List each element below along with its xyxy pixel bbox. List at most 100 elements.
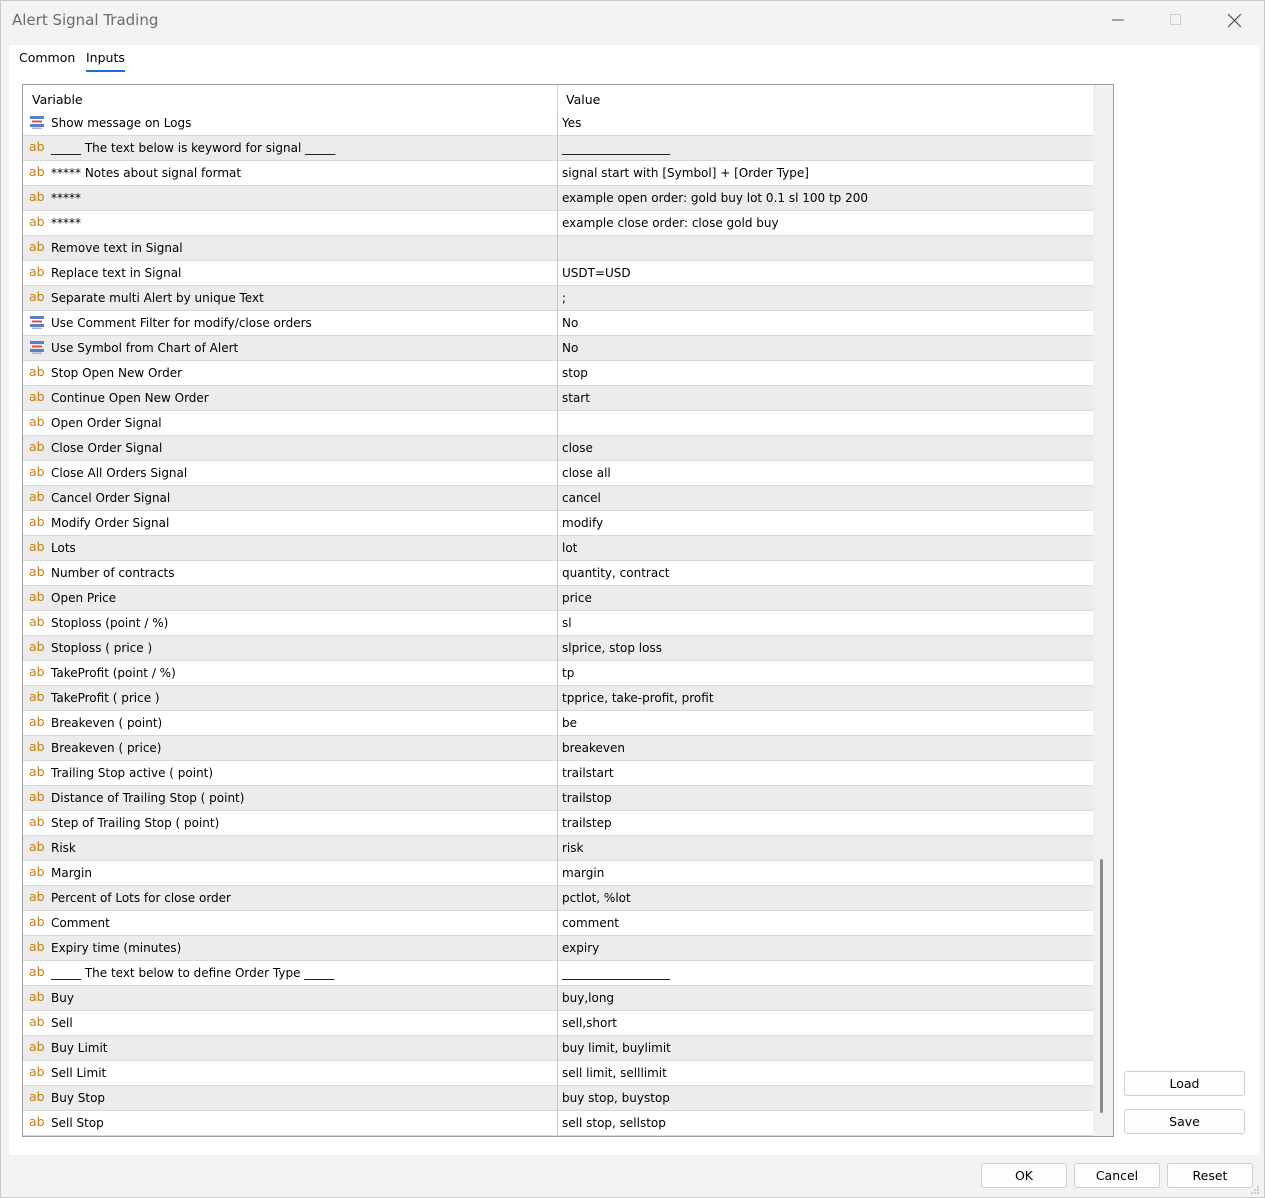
table-row[interactable]: ab Cancel Order Signal cancel <box>23 486 1093 511</box>
variable-value[interactable]: quantity, contract <box>562 566 670 580</box>
variable-value[interactable]: modify <box>562 516 603 530</box>
table-row[interactable]: ab Stop Open New Order stop <box>23 361 1093 386</box>
table-row[interactable]: ab Number of contracts quantity, contract <box>23 561 1093 586</box>
variable-value[interactable]: risk <box>562 841 583 855</box>
variable-value[interactable]: ; <box>562 291 566 305</box>
table-row[interactable]: ab Trailing Stop active ( point) trailstar… <box>23 761 1093 786</box>
table-row[interactable]: ab TakeProfit (point / %) tp <box>23 661 1093 686</box>
variable-value[interactable]: sl <box>562 616 572 630</box>
ab-text-icon: ab <box>29 914 45 929</box>
variable-value[interactable]: tp <box>562 666 574 680</box>
table-row[interactable]: ab Sell Stop sell stop, sellstop <box>23 1111 1093 1136</box>
variable-value[interactable]: trailstep <box>562 816 612 830</box>
cell-divider <box>557 911 558 936</box>
variable-value[interactable]: sell stop, sellstop <box>562 1116 666 1130</box>
ok-button[interactable]: OK <box>981 1163 1067 1188</box>
column-divider[interactable] <box>557 85 558 111</box>
variable-value[interactable]: sell,short <box>562 1016 617 1030</box>
table-row[interactable]: ab Replace text in Signal USDT=USD <box>23 261 1093 286</box>
resize-grip-icon[interactable] <box>1250 1185 1260 1195</box>
table-row[interactable]: ab Distance of Trailing Stop ( point) trai… <box>23 786 1093 811</box>
variable-value[interactable]: sell limit, selllimit <box>562 1066 667 1080</box>
variable-value[interactable]: buy stop, buystop <box>562 1091 670 1105</box>
variable-value[interactable]: tpprice, take-profit, profit <box>562 691 714 705</box>
table-row[interactable]: Use Symbol from Chart of Alert No <box>23 336 1093 361</box>
variable-value[interactable]: margin <box>562 866 604 880</box>
table-row[interactable]: ab Close Order Signal close <box>23 436 1093 461</box>
tab-common[interactable]: Common <box>19 50 75 65</box>
table-row[interactable]: ab ***** Notes about signal format signal … <box>23 161 1093 186</box>
column-header-value[interactable]: Value <box>566 92 600 107</box>
table-row[interactable]: ab Expiry time (minutes) expiry <box>23 936 1093 961</box>
variable-value[interactable]: buy,long <box>562 991 614 1005</box>
variable-value[interactable]: slprice, stop loss <box>562 641 662 655</box>
table-row[interactable]: ab Sell Limit sell limit, selllimit <box>23 1061 1093 1086</box>
reset-button[interactable]: Reset <box>1167 1163 1253 1188</box>
table-row[interactable]: Show message on Logs Yes <box>23 111 1093 136</box>
table-row[interactable]: ab Buy Stop buy stop, buystop <box>23 1086 1093 1111</box>
table-row[interactable]: Use Comment Filter for modify/close orde… <box>23 311 1093 336</box>
table-row[interactable]: ab Comment comment <box>23 911 1093 936</box>
variable-value[interactable]: close <box>562 441 593 455</box>
variable-value[interactable]: lot <box>562 541 577 555</box>
table-row[interactable]: ab Modify Order Signal modify <box>23 511 1093 536</box>
table-row[interactable]: ab Close All Orders Signal close all <box>23 461 1093 486</box>
table-row[interactable]: ab Continue Open New Order start <box>23 386 1093 411</box>
table-row[interactable]: ab Percent of Lots for close order pctlot,… <box>23 886 1093 911</box>
variable-value[interactable]: example close order: close gold buy <box>562 216 779 230</box>
variable-value[interactable]: No <box>562 316 578 330</box>
variable-value[interactable]: __________________ <box>562 141 670 155</box>
table-row[interactable]: ab Stoploss (point / %) sl <box>23 611 1093 636</box>
variable-value[interactable]: expiry <box>562 941 599 955</box>
variable-value[interactable]: buy limit, buylimit <box>562 1041 671 1055</box>
table-row[interactable]: ab Breakeven ( point) be <box>23 711 1093 736</box>
table-row[interactable]: ab Buy Limit buy limit, buylimit <box>23 1036 1093 1061</box>
variable-value[interactable]: start <box>562 391 590 405</box>
tab-inputs[interactable]: Inputs <box>86 50 125 72</box>
table-row[interactable]: ab ***** example close order: close gold b… <box>23 211 1093 236</box>
table-row[interactable]: ab Lots lot <box>23 536 1093 561</box>
table-row[interactable]: ab Breakeven ( price) breakeven <box>23 736 1093 761</box>
scrollbar-thumb[interactable] <box>1100 859 1103 1113</box>
variable-value[interactable]: comment <box>562 916 619 930</box>
variable-value[interactable]: close all <box>562 466 611 480</box>
table-row[interactable]: ab Risk risk <box>23 836 1093 861</box>
variable-value[interactable]: Yes <box>562 116 581 130</box>
variable-value[interactable]: trailstart <box>562 766 614 780</box>
variable-value[interactable]: signal start with [Symbol] + [Order Type… <box>562 166 809 180</box>
table-row[interactable]: ab Open Order Signal <box>23 411 1093 436</box>
variable-value[interactable]: cancel <box>562 491 601 505</box>
cell-divider <box>557 586 558 611</box>
load-button[interactable]: Load <box>1124 1071 1245 1096</box>
table-row[interactable]: ab TakeProfit ( price ) tpprice, take-prof… <box>23 686 1093 711</box>
cancel-button[interactable]: Cancel <box>1074 1163 1160 1188</box>
table-row[interactable]: ab Buy buy,long <box>23 986 1093 1011</box>
variable-value[interactable]: stop <box>562 366 588 380</box>
table-row[interactable]: ab Sell sell,short <box>23 1011 1093 1036</box>
maximize-icon <box>1170 14 1181 25</box>
table-row[interactable]: ab Step of Trailing Stop ( point) trailste… <box>23 811 1093 836</box>
variable-value[interactable]: USDT=USD <box>562 266 631 280</box>
table-row[interactable]: ab Remove text in Signal <box>23 236 1093 261</box>
save-button[interactable]: Save <box>1124 1109 1245 1134</box>
minimize-button[interactable] <box>1095 5 1141 35</box>
table-row[interactable]: ab Open Price price <box>23 586 1093 611</box>
variable-value[interactable]: breakeven <box>562 741 625 755</box>
table-row[interactable]: ab _____ The text below is keyword for si… <box>23 136 1093 161</box>
close-button[interactable] <box>1211 5 1257 35</box>
variable-value[interactable]: pctlot, %lot <box>562 891 631 905</box>
table-row[interactable]: ab Margin margin <box>23 861 1093 886</box>
variable-value[interactable]: __________________ <box>562 966 670 980</box>
variable-name: Continue Open New Order <box>51 391 209 405</box>
variable-value[interactable]: No <box>562 341 578 355</box>
variable-value[interactable]: trailstop <box>562 791 612 805</box>
variable-value[interactable]: example open order: gold buy lot 0.1 sl … <box>562 191 868 205</box>
variable-value[interactable]: price <box>562 591 592 605</box>
table-row[interactable]: ab _____ The text below to define Order T… <box>23 961 1093 986</box>
column-header-variable[interactable]: Variable <box>32 92 83 107</box>
table-row[interactable]: ab ***** example open order: gold buy lot … <box>23 186 1093 211</box>
vertical-scrollbar[interactable] <box>1093 85 1113 1136</box>
table-row[interactable]: ab Separate multi Alert by unique Text; <box>23 286 1093 311</box>
variable-value[interactable]: be <box>562 716 577 730</box>
table-row[interactable]: ab Stoploss ( price ) slprice, stop loss <box>23 636 1093 661</box>
